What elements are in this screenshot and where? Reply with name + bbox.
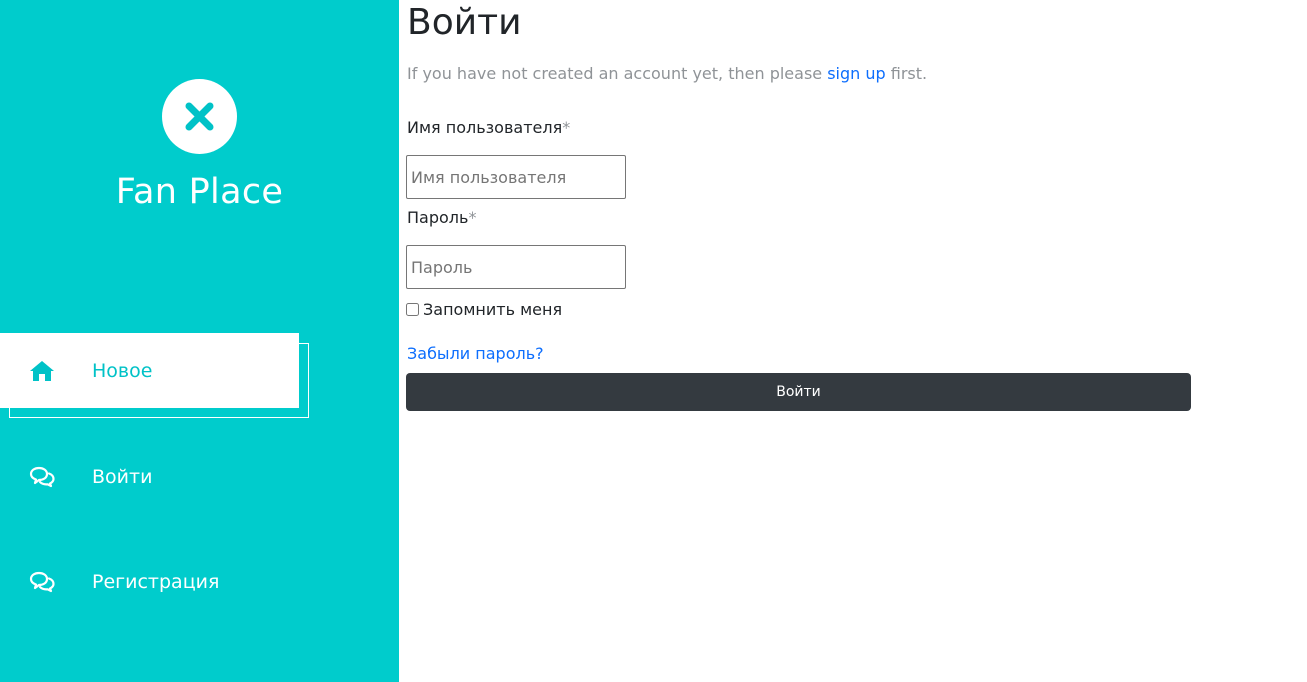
sidebar-item-label: Регистрация bbox=[92, 570, 220, 593]
signup-prompt: If you have not created an account yet, … bbox=[407, 64, 927, 83]
username-label-text: Имя пользователя bbox=[407, 118, 563, 137]
home-icon bbox=[30, 360, 54, 381]
username-input[interactable] bbox=[406, 155, 626, 199]
logo[interactable] bbox=[162, 79, 237, 154]
close-x-icon bbox=[185, 102, 214, 131]
required-mark: * bbox=[562, 118, 571, 137]
signup-prompt-prefix: If you have not created an account yet, … bbox=[407, 64, 828, 83]
sidebar-item-label: Войти bbox=[92, 465, 153, 488]
username-label: Имя пользователя* bbox=[407, 118, 570, 137]
sidebar-item-new[interactable]: Новое bbox=[0, 333, 299, 408]
chat-bubbles-icon bbox=[29, 466, 55, 487]
signup-prompt-suffix: first. bbox=[885, 64, 928, 83]
sidebar-item-login[interactable]: Войти bbox=[0, 439, 299, 514]
password-label-text: Пароль bbox=[407, 208, 469, 227]
password-label: Пароль* bbox=[407, 208, 476, 227]
forgot-password-link[interactable]: Забыли пароль? bbox=[407, 344, 544, 363]
remember-me-checkbox[interactable] bbox=[406, 303, 419, 316]
chat-bubbles-icon bbox=[29, 571, 55, 592]
login-button[interactable]: Войти bbox=[406, 373, 1191, 411]
sidebar-item-register[interactable]: Регистрация bbox=[0, 544, 299, 619]
brand-name: Fan Place bbox=[115, 172, 284, 212]
password-input[interactable] bbox=[406, 245, 626, 289]
page-title: Войти bbox=[407, 2, 522, 43]
main-content: Войти If you have not created an account… bbox=[399, 0, 1307, 682]
required-mark: * bbox=[468, 208, 477, 227]
remember-me[interactable]: Запомнить меня bbox=[406, 300, 562, 319]
remember-me-label: Запомнить меня bbox=[423, 300, 563, 319]
signup-link[interactable]: sign up bbox=[827, 64, 885, 83]
sidebar-item-label: Новое bbox=[92, 359, 153, 382]
sidebar: Fan Place Новое Войти Регистрация bbox=[0, 0, 399, 682]
